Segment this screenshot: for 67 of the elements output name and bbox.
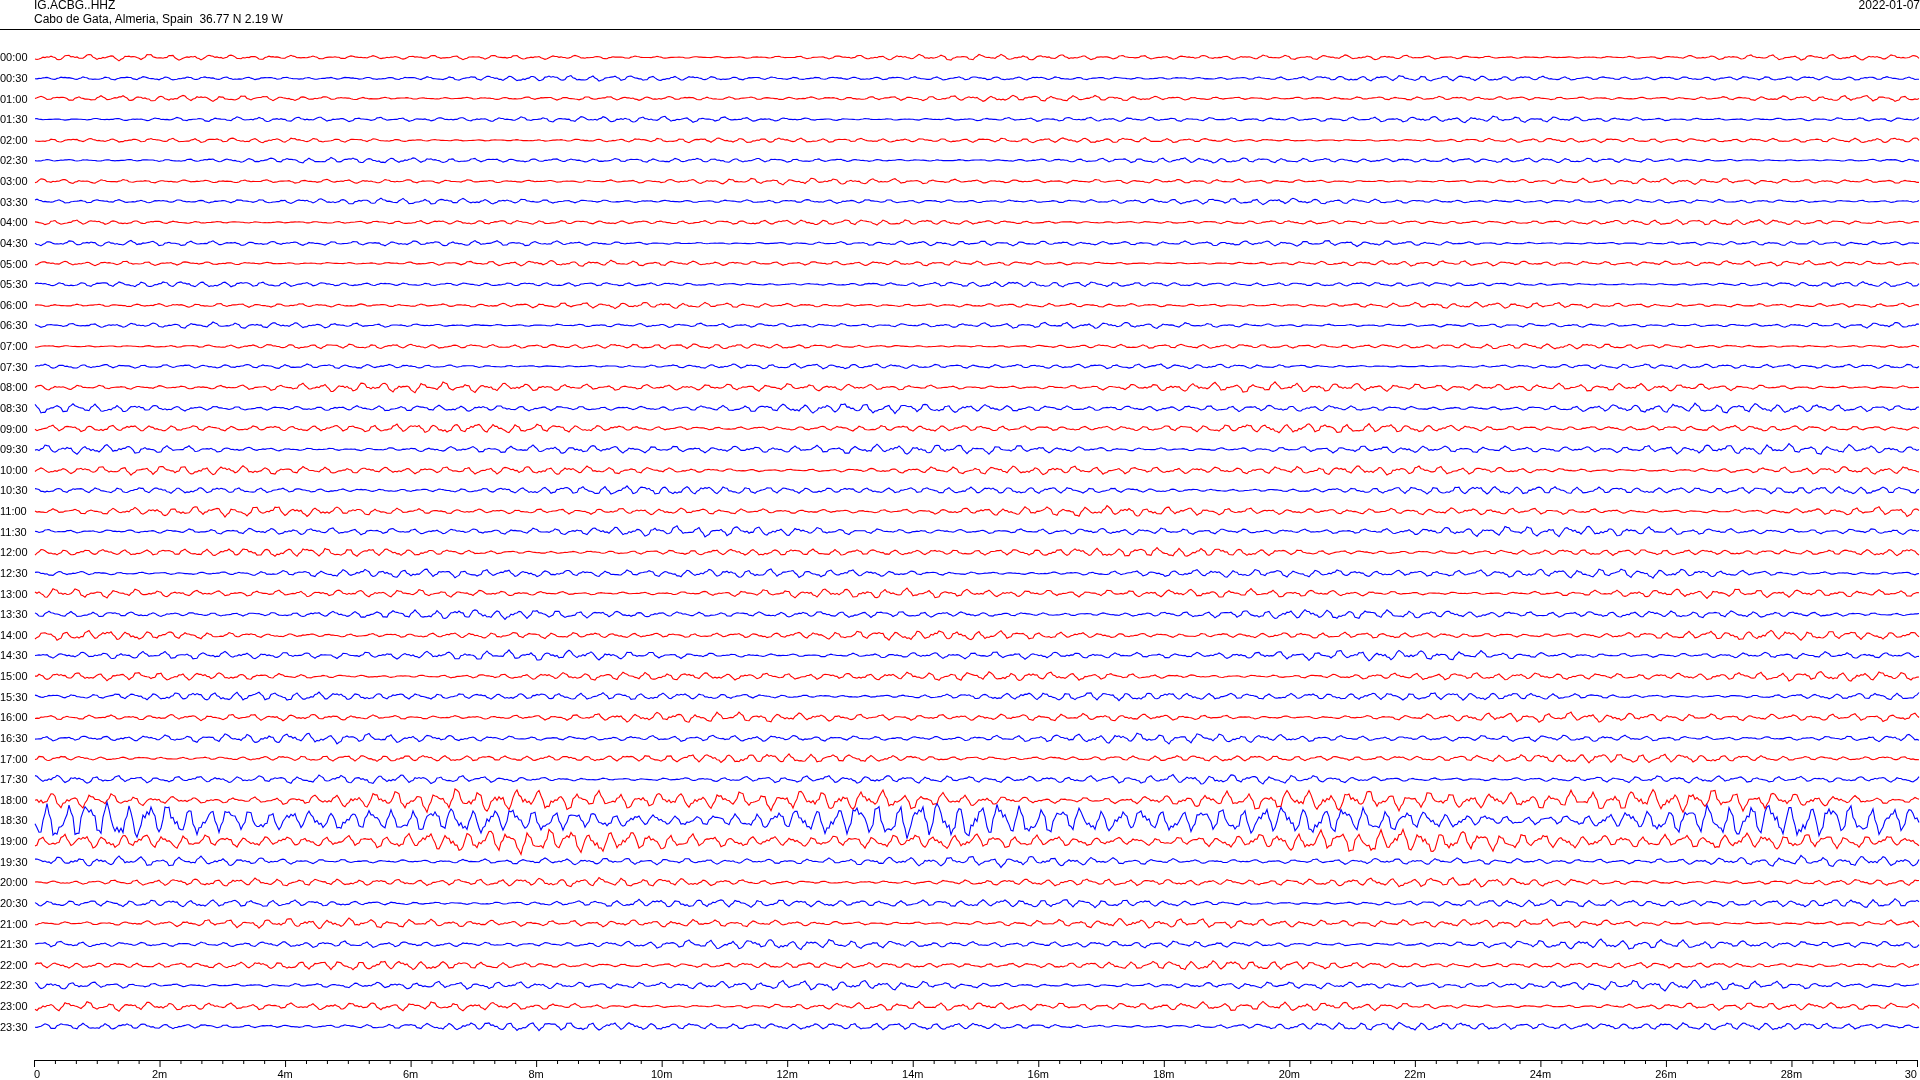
time-label: 15:30 [0, 690, 29, 703]
time-label: 11:00 [0, 505, 28, 518]
time-label: 01:30 [0, 113, 29, 126]
time-label: 12:00 [0, 546, 29, 559]
time-label: 18:30 [0, 814, 29, 827]
time-label: 08:00 [0, 381, 29, 394]
time-label: 21:00 [0, 917, 29, 930]
time-label: 04:30 [0, 236, 29, 249]
time-label: 14:00 [0, 628, 29, 641]
axis-label: 8m [528, 1068, 544, 1080]
time-label: 05:30 [0, 278, 29, 291]
time-label: 11:30 [0, 525, 28, 538]
time-label: 03:30 [0, 195, 29, 208]
time-label: 22:00 [0, 958, 29, 971]
time-label: 06:30 [0, 319, 29, 332]
axis-label: 14m [902, 1068, 924, 1080]
time-label: 03:00 [0, 175, 29, 188]
time-label: 07:00 [0, 340, 29, 353]
time-label: 18:00 [0, 793, 29, 806]
time-label: 16:30 [0, 731, 29, 744]
time-label: 09:00 [0, 422, 29, 435]
axis-label: 28m [1780, 1068, 1803, 1080]
time-label: 00:30 [0, 71, 29, 84]
axis-label: 16m [1027, 1068, 1049, 1080]
time-label: 14:30 [0, 649, 29, 662]
time-label: 12:30 [0, 566, 29, 579]
time-label: 02:00 [0, 133, 29, 146]
time-label: 01:00 [0, 92, 29, 105]
time-label: 07:30 [0, 360, 29, 373]
time-label: 16:00 [0, 711, 29, 724]
time-label: 06:00 [0, 298, 29, 311]
axis-label: 2m [151, 1068, 168, 1080]
time-label: 23:30 [0, 1020, 29, 1033]
axis-label: 30 [1904, 1068, 1917, 1080]
time-label: 19:30 [0, 855, 29, 868]
time-label: 17:00 [0, 752, 29, 765]
axis-label: 22m [1404, 1068, 1426, 1080]
axis-label: 0 [34, 1068, 41, 1080]
time-label: 22:30 [0, 979, 29, 992]
time-label: 08:30 [0, 401, 29, 414]
time-label: 20:00 [0, 876, 29, 889]
time-label: 02:30 [0, 154, 29, 167]
axis-label: 4m [277, 1068, 293, 1080]
time-label: 23:00 [0, 1000, 29, 1013]
time-label: 10:30 [0, 484, 29, 497]
time-label: 19:00 [0, 835, 29, 848]
axis-label: 10m [650, 1068, 673, 1080]
time-label: 15:00 [0, 670, 29, 683]
axis-label: 12m [776, 1068, 798, 1080]
time-label: 21:30 [0, 938, 29, 951]
time-label: 20:30 [0, 896, 29, 909]
date-label: 2022-01-07 [1858, 0, 1920, 12]
time-label: 09:30 [0, 443, 29, 456]
axis-label: 20m [1278, 1068, 1301, 1080]
time-label: 05:00 [0, 257, 29, 270]
station-location: Cabo de Gata, Almeria, Spain 36.77 N 2.19 W [34, 12, 283, 26]
station-code: IG.ACBG..HHZ [34, 0, 117, 12]
time-label: 00:00 [0, 51, 29, 64]
time-label: 13:00 [0, 587, 29, 600]
axis-label: 18m [1153, 1068, 1175, 1080]
time-label: 04:00 [0, 216, 29, 229]
time-label: 10:00 [0, 463, 29, 476]
axis-label: 24m [1529, 1068, 1552, 1080]
time-label: 17:30 [0, 773, 29, 786]
axis-label: 6m [402, 1068, 419, 1080]
time-label: 13:30 [0, 608, 29, 621]
axis-label: 26m [1655, 1068, 1677, 1080]
